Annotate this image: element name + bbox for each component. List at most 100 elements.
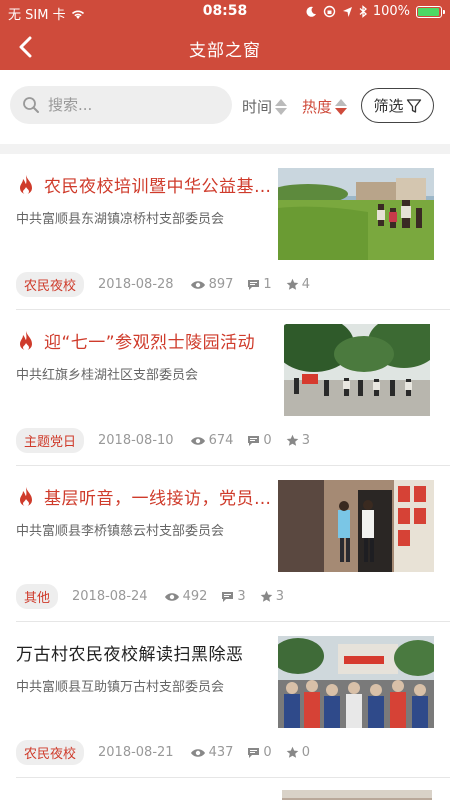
stars-stat: 0: [286, 745, 310, 760]
comments-stat: 1: [247, 277, 272, 292]
category-tag: 农民夜校: [16, 740, 85, 765]
item-meta: 农民夜校 2018-08-28 897 1 4: [16, 272, 324, 297]
comments-stat: 0: [247, 745, 272, 760]
flame-icon: [20, 486, 32, 506]
comments-count: 0: [263, 433, 272, 448]
views-stat: 897: [190, 277, 234, 292]
comment-icon: [248, 279, 260, 290]
section-divider: [0, 144, 450, 154]
screen-button[interactable]: 筛选: [361, 88, 434, 123]
item-date: 2018-08-10: [98, 433, 174, 448]
photo-image: [282, 790, 432, 800]
search-box[interactable]: [10, 86, 232, 124]
comment-icon: [248, 747, 260, 758]
comments-stat: 0: [247, 433, 272, 448]
sort-time-label: 时间: [242, 98, 273, 116]
item-date: 2018-08-24: [72, 589, 148, 604]
star-icon: [260, 590, 272, 602]
views-count: 492: [182, 589, 208, 604]
list-item[interactable]: 基层听音，一线接访，党员干部 中共富顺县李桥镇慈云村支部委员会 其他 2018-…: [16, 466, 450, 622]
item-org: 中共红旗乡桂湖社区支部委员会: [16, 368, 199, 383]
list-item[interactable]: 农民夜校培训暨中华公益基金会 中共富顺县东湖镇凉桥村支部委员会 农民夜校 201…: [16, 154, 450, 310]
flame-icon: [20, 174, 32, 194]
item-title: 万古村农民夜校解读扫黑除恶: [16, 640, 274, 665]
stars-count: 4: [301, 277, 310, 292]
flame-icon: [20, 330, 32, 350]
field-photo-image: [278, 168, 434, 260]
item-thumbnail: [282, 790, 432, 800]
item-date: 2018-08-28: [98, 277, 174, 292]
page-title: 支部之窗: [189, 41, 261, 61]
battery-fill: [418, 7, 439, 16]
eye-icon: [164, 592, 179, 601]
stars-stat: 4: [286, 277, 310, 292]
stars-count: 3: [275, 589, 284, 604]
status-bar: 无 SIM 卡 08:58 100%: [0, 0, 450, 24]
funnel-icon: [406, 98, 421, 113]
list-item[interactable]: [16, 778, 450, 800]
comments-count: 1: [263, 277, 272, 292]
category-tag: 农民夜校: [16, 272, 85, 297]
sort-hot-label: 热度: [302, 98, 333, 116]
item-thumbnail: [278, 636, 434, 728]
item-title-text: 迎“七一”参观烈士陵园活动: [44, 333, 256, 353]
item-title: 基层听音，一线接访，党员干部: [16, 484, 274, 509]
comments-count: 0: [263, 745, 272, 760]
office-photo-image: [278, 480, 434, 572]
comments-stat: 3: [221, 589, 246, 604]
eye-icon: [190, 280, 205, 289]
comments-count: 3: [237, 589, 246, 604]
location-icon: [342, 6, 352, 17]
moon-icon: [306, 6, 316, 17]
sort-hot-button[interactable]: 热度: [302, 96, 348, 117]
battery-percent: 100%: [372, 4, 410, 19]
star-icon: [286, 746, 298, 758]
list-item[interactable]: 万古村农民夜校解读扫黑除恶 中共富顺县互助镇万古村支部委员会 农民夜校 2018…: [16, 622, 450, 778]
comment-icon: [248, 435, 260, 446]
star-icon: [286, 278, 298, 290]
sort-time-button[interactable]: 时间: [242, 96, 288, 117]
stars-stat: 3: [286, 433, 310, 448]
bluetooth-icon: [359, 5, 367, 18]
item-title-text: 基层听音，一线接访，党员干部: [44, 489, 274, 509]
search-input[interactable]: [48, 96, 218, 114]
eye-icon: [190, 436, 205, 445]
item-title-text: 农民夜校培训暨中华公益基金会: [44, 177, 274, 197]
views-stat: 492: [164, 589, 208, 604]
stars-count: 0: [301, 745, 310, 760]
nav-bar: 支部之窗: [0, 24, 450, 70]
sort-time-arrows-icon: [275, 98, 288, 115]
meeting-photo-image: [278, 636, 434, 728]
eye-icon: [190, 748, 205, 757]
search-icon: [23, 97, 39, 113]
rotation-lock-icon: [323, 5, 336, 18]
views-count: 437: [208, 745, 234, 760]
item-thumbnail: [284, 324, 430, 416]
item-date: 2018-08-21: [98, 745, 174, 760]
views-count: 897: [208, 277, 234, 292]
comment-icon: [222, 591, 234, 602]
item-org: 中共富顺县东湖镇凉桥村支部委员会: [16, 212, 225, 227]
item-thumbnail: [278, 480, 434, 572]
views-count: 674: [208, 433, 234, 448]
memorial-photo-image: [284, 324, 430, 416]
item-meta: 其他 2018-08-24 492 3 3: [16, 584, 298, 609]
item-org: 中共富顺县互助镇万古村支部委员会: [16, 680, 225, 695]
battery-icon: [416, 5, 445, 18]
top-bar: 无 SIM 卡 08:58 100% 支部之窗: [0, 0, 450, 70]
list-item[interactable]: 迎“七一”参观烈士陵园活动 中共红旗乡桂湖社区支部委员会 主题党日 2018-0…: [16, 310, 450, 466]
stars-count: 3: [301, 433, 310, 448]
status-right: 100%: [305, 4, 445, 19]
item-title-text: 万古村农民夜校解读扫黑除恶: [16, 645, 244, 665]
screen-label: 筛选: [373, 97, 404, 115]
star-icon: [286, 434, 298, 446]
item-thumbnail: [278, 168, 434, 260]
views-stat: 674: [190, 433, 234, 448]
category-tag: 其他: [16, 584, 59, 609]
item-title: 农民夜校培训暨中华公益基金会: [16, 172, 274, 197]
filter-bar: 时间 热度 筛选: [0, 70, 450, 144]
item-meta: 主题党日 2018-08-10 674 0 3: [16, 428, 324, 453]
item-meta: 农民夜校 2018-08-21 437 0 0: [16, 740, 324, 765]
branch-news-list: 农民夜校培训暨中华公益基金会 中共富顺县东湖镇凉桥村支部委员会 农民夜校 201…: [0, 154, 450, 800]
sort-hot-arrows-icon: [335, 98, 348, 115]
